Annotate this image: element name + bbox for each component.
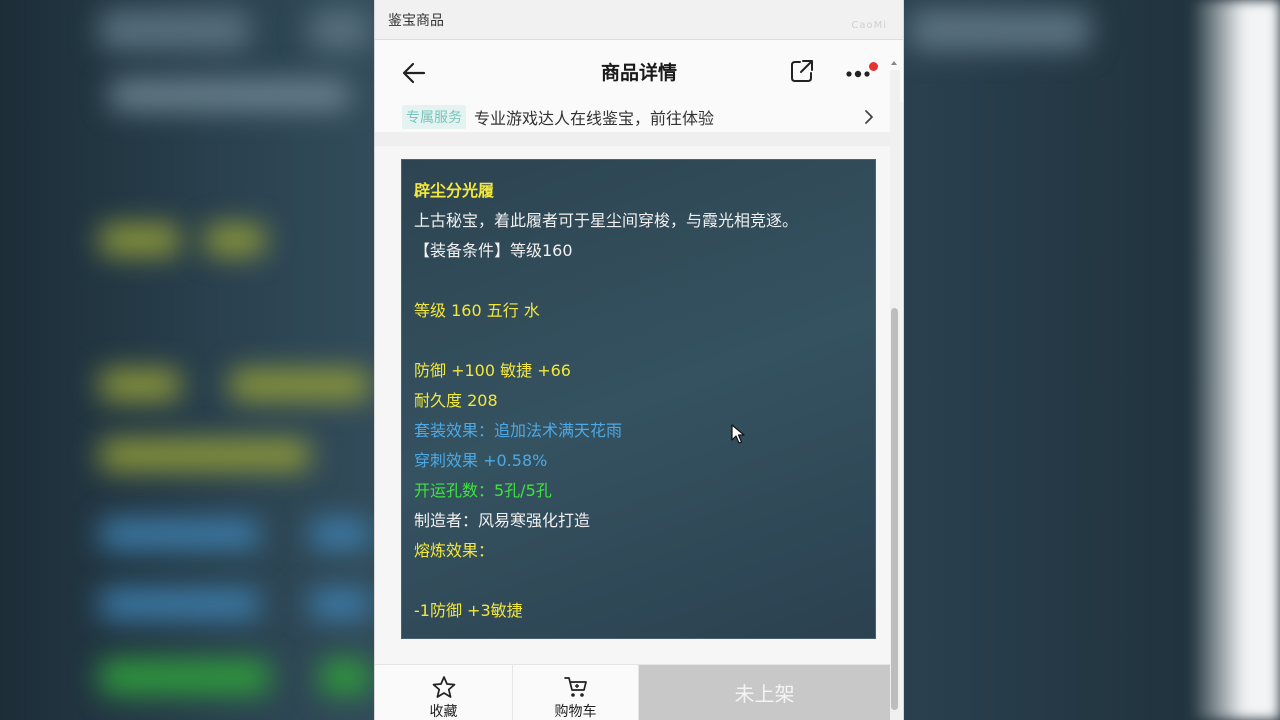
- item-name: 辟尘分光履: [414, 181, 495, 200]
- notification-dot: [869, 62, 878, 71]
- item-attribute-line: 熔炼效果：: [414, 541, 495, 560]
- share-button[interactable]: [789, 58, 817, 86]
- mouse-cursor-icon: [731, 424, 745, 444]
- item-attribute-line: 开运孔数：5孔/5孔: [414, 481, 552, 500]
- cart-label: 购物车: [554, 704, 597, 720]
- item-attribute-line: 防御 +100 敏捷 +66: [414, 361, 571, 380]
- nav-bar: 商品详情: [375, 40, 903, 102]
- item-attribute-line: 套装效果：追加法术满天花雨: [414, 421, 623, 440]
- unlisted-status-button[interactable]: 未上架: [639, 665, 890, 720]
- item-attribute-line: 耐久度 208: [414, 391, 498, 410]
- scrollbar-thumb[interactable]: [891, 308, 898, 710]
- star-icon: [432, 676, 455, 698]
- item-attribute-line: -1防御 +3敏捷: [414, 601, 523, 620]
- favorite-label: 收藏: [429, 704, 458, 720]
- item-description-card: 辟尘分光履 上古秘宝，着此履者可于星尘间穿梭，与霞光相竞逐。 【装备条件】等级16…: [401, 159, 876, 639]
- arrow-left-icon: [402, 62, 426, 84]
- content-area: 辟尘分光履 上古秘宝，着此履者可于星尘间穿梭，与霞光相竞逐。 【装备条件】等级16…: [375, 146, 890, 666]
- app-window: 鉴宝商品 CaoMi 商品详情 专属服务 专业游戏达人在线鉴宝，前往体验 辟尘分…: [374, 0, 904, 720]
- service-text: 专业游戏达人在线鉴宝，前往体验: [474, 109, 715, 128]
- section-divider: [375, 132, 890, 146]
- unlisted-status-label: 未上架: [734, 682, 795, 706]
- service-tag: 专属服务: [402, 105, 466, 129]
- window-titlebar: 鉴宝商品: [375, 0, 903, 40]
- item-attribute-list: 上古秘宝，着此履者可于星尘间穿梭，与霞光相竞逐。 【装备条件】等级160 等级 16…: [414, 206, 875, 626]
- shopping-cart-icon: [563, 677, 587, 697]
- window-title: 鉴宝商品: [388, 12, 444, 29]
- item-attribute-line: 上古秘宝，着此履者可于星尘间穿梭，与霞光相竞逐。: [414, 211, 799, 230]
- favorite-button[interactable]: 收藏: [375, 665, 513, 720]
- page-title: 商品详情: [600, 61, 677, 84]
- share-icon: [791, 60, 813, 82]
- item-attribute-line: 等级 160 五行 水: [414, 301, 540, 320]
- scroll-up-arrow-icon[interactable]: [889, 58, 899, 68]
- item-attribute-line: 【装备条件】等级160: [414, 241, 573, 260]
- item-attribute-line: 穿刺效果 +0.58%: [414, 451, 548, 470]
- bottom-action-bar: 收藏 购物车 未上架: [375, 664, 890, 720]
- cart-button[interactable]: 购物车: [513, 665, 639, 720]
- watermark: CaoMi: [851, 20, 887, 31]
- chevron-right-icon: [865, 110, 873, 124]
- back-button[interactable]: [399, 58, 429, 88]
- service-banner[interactable]: 专属服务 专业游戏达人在线鉴宝，前往体验: [375, 102, 890, 132]
- item-attribute-line: 制造者：风易寒强化打造: [414, 511, 591, 530]
